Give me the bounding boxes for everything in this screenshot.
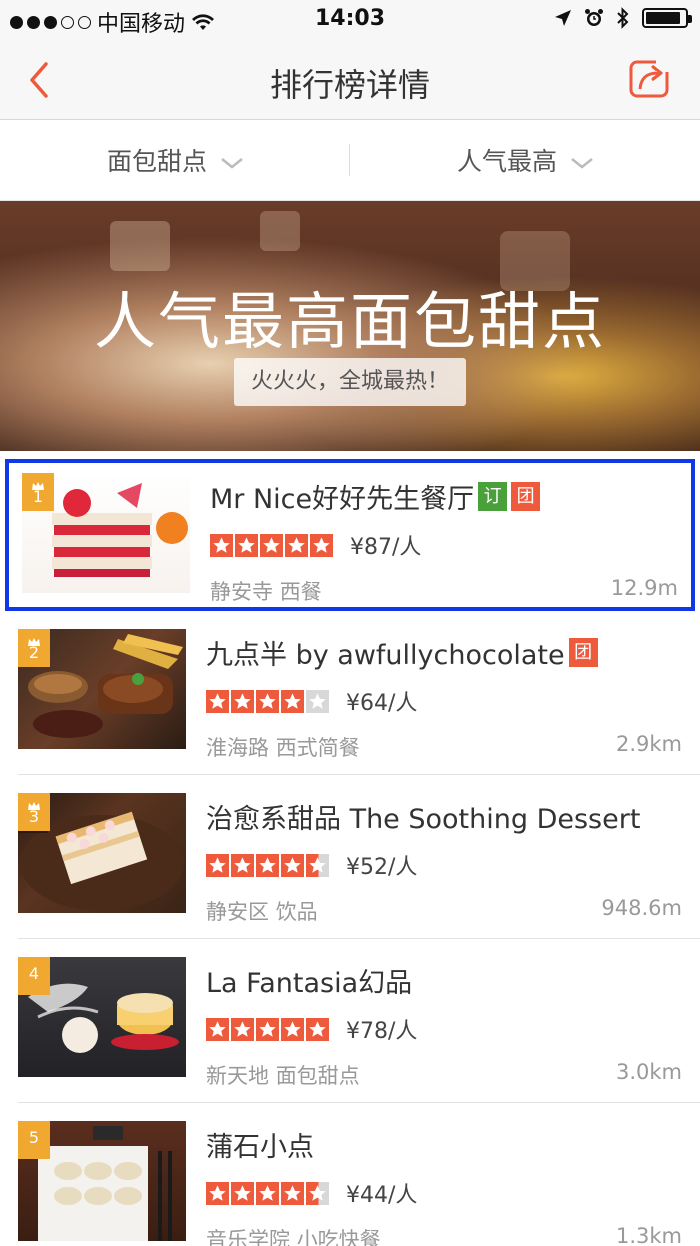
list-item[interactable]: 2 九点半 by awfullychocolate 团 ¥64/人 淮海路 西式简… xyxy=(0,611,700,775)
alarm-icon xyxy=(585,9,603,26)
star-icon xyxy=(306,1018,329,1041)
share-icon[interactable] xyxy=(628,57,672,101)
banner-subtitle: 火火火，全城最热！ xyxy=(234,358,466,406)
rank-badge: 4 xyxy=(18,957,50,995)
restaurant-name: 蒲石小点 xyxy=(206,1132,314,1163)
star-icon xyxy=(306,690,329,713)
restaurant-meta: 静安寺 西餐 xyxy=(210,580,322,604)
price-per-person: ¥78/人 xyxy=(346,1019,418,1044)
star-rating xyxy=(206,1018,329,1041)
category-filter-label: 面包甜点 xyxy=(106,147,207,176)
bluetooth-icon xyxy=(617,7,629,29)
group-deal-tag: 团 xyxy=(511,482,541,511)
star-icon xyxy=(306,1182,329,1205)
restaurant-meta: 音乐学院 小吃快餐 xyxy=(206,1228,381,1246)
category-filter[interactable]: 面包甜点 xyxy=(0,142,350,178)
star-rating xyxy=(210,534,333,557)
star-rating xyxy=(206,690,329,713)
price-per-person: ¥44/人 xyxy=(346,1183,418,1208)
restaurant-name: 九点半 by awfullychocolate 团 xyxy=(206,633,598,672)
restaurant-photo: 5 xyxy=(18,1121,186,1241)
sort-filter[interactable]: 人气最高 xyxy=(350,142,700,178)
group-deal-tag: 团 xyxy=(568,638,598,667)
star-icon xyxy=(285,534,308,557)
star-icon xyxy=(281,854,304,877)
star-icon xyxy=(231,854,254,877)
banner-title: 人气最高面包甜点 xyxy=(93,285,606,358)
star-icon xyxy=(231,690,254,713)
distance: 3.0km xyxy=(615,1060,682,1084)
rank-badge: 1 xyxy=(22,473,54,511)
ranking-banner: 人气最高面包甜点 火火火，全城最热！ xyxy=(0,201,700,451)
rank-badge: 2 xyxy=(18,629,50,667)
restaurant-photo: 1 xyxy=(22,473,190,593)
star-icon xyxy=(206,854,229,877)
filter-bar: 面包甜点 人气最高 xyxy=(0,120,700,201)
restaurant-name: La Fantasia幻品 xyxy=(206,968,413,999)
distance: 2.9km xyxy=(615,732,682,756)
chevron-down-icon xyxy=(571,158,593,169)
star-icon xyxy=(256,854,279,877)
list-item[interactable]: 3 治愈系甜品 The Soothing Dessert ¥52/人 静安区 饮… xyxy=(0,775,700,939)
price-per-person: ¥52/人 xyxy=(346,855,418,880)
restaurant-name: Mr Nice好好先生餐厅订团 xyxy=(210,477,541,516)
list-item[interactable]: 5 蒲石小点 ¥44/人 音乐学院 小吃快餐 1.3km xyxy=(0,1103,700,1246)
star-icon xyxy=(231,1182,254,1205)
star-icon xyxy=(231,1018,254,1041)
price-per-person: ¥64/人 xyxy=(346,691,418,716)
star-icon xyxy=(206,1018,229,1041)
distance: 12.9m xyxy=(610,576,678,600)
restaurant-name: 治愈系甜品 The Soothing Dessert xyxy=(206,804,641,835)
restaurant-photo: 3 xyxy=(18,793,186,913)
restaurant-photo: 4 xyxy=(18,957,186,1077)
star-icon xyxy=(256,1182,279,1205)
star-icon xyxy=(281,690,304,713)
restaurant-photo: 2 xyxy=(18,629,186,749)
star-rating xyxy=(206,1182,329,1205)
star-icon xyxy=(206,690,229,713)
battery-icon xyxy=(642,8,692,28)
location-arrow-icon xyxy=(555,10,571,26)
list-item[interactable]: 1 Mr Nice好好先生餐厅订团 ¥87/人 静安寺 西餐 12.9m xyxy=(5,459,695,611)
star-icon xyxy=(281,1018,304,1041)
star-icon xyxy=(256,1018,279,1041)
star-icon xyxy=(256,690,279,713)
star-icon xyxy=(206,1182,229,1205)
restaurant-meta: 静安区 饮品 xyxy=(206,900,318,924)
star-icon xyxy=(310,534,333,557)
chevron-down-icon xyxy=(221,158,243,169)
page-title: 排行榜详情 xyxy=(269,66,430,104)
star-icon xyxy=(306,854,329,877)
star-icon xyxy=(235,534,258,557)
star-icon xyxy=(260,534,283,557)
banner-decoration xyxy=(110,221,170,271)
sort-filter-label: 人气最高 xyxy=(456,147,557,176)
price-per-person: ¥87/人 xyxy=(350,535,422,560)
filter-divider xyxy=(349,144,350,176)
star-icon xyxy=(281,1182,304,1205)
distance: 1.3km xyxy=(615,1224,682,1246)
status-bar: 中国移动 14:03 xyxy=(0,0,700,40)
rank-badge: 5 xyxy=(18,1121,50,1159)
booking-tag: 订 xyxy=(478,482,508,511)
banner-decoration xyxy=(260,211,300,251)
star-rating xyxy=(206,854,329,877)
list-item[interactable]: 4 La Fantasia幻品 ¥78/人 新天地 面包甜点 3.0km xyxy=(0,939,700,1103)
restaurant-meta: 淮海路 西式简餐 xyxy=(206,736,360,760)
rank-badge: 3 xyxy=(18,793,50,831)
nav-bar: 排行榜详情 xyxy=(0,40,700,120)
distance: 948.6m xyxy=(601,896,682,920)
restaurant-meta: 新天地 面包甜点 xyxy=(206,1064,360,1088)
status-icons xyxy=(554,7,692,29)
star-icon xyxy=(210,534,233,557)
